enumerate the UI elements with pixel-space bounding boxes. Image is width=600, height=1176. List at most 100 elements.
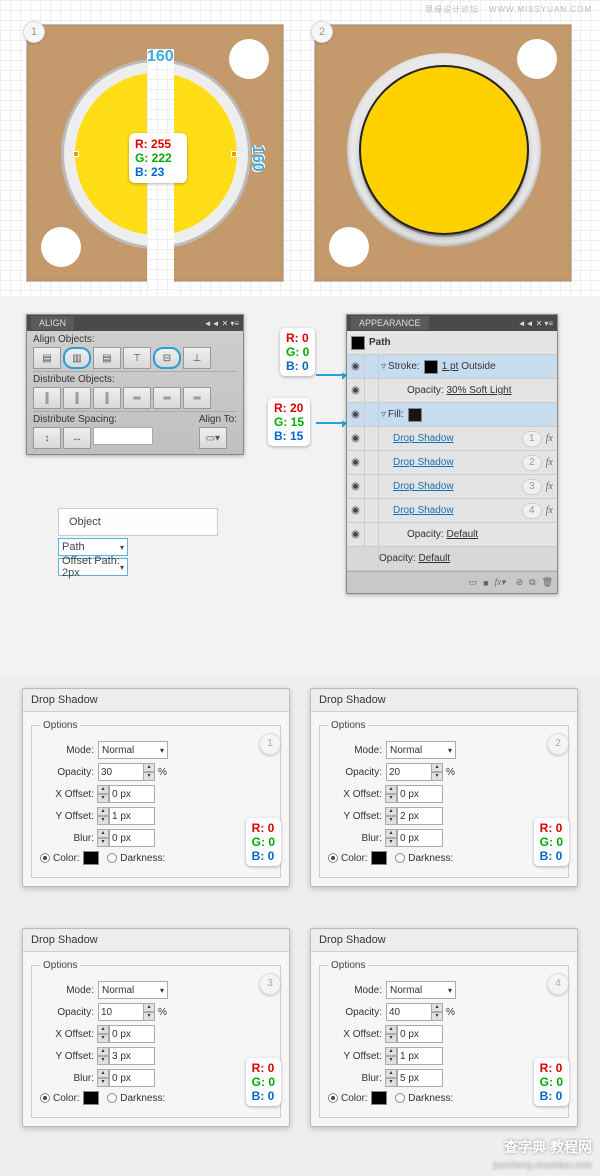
anchor-point[interactable]	[231, 151, 237, 157]
xoffset-input[interactable]: 0 px	[109, 785, 155, 803]
close-icon[interactable]: ✕	[222, 319, 229, 328]
spacing-icon[interactable]: ↕	[33, 427, 61, 449]
drop-shadow-dialog[interactable]: Drop Shadow 2 Options Mode:Normal Opacit…	[310, 688, 578, 887]
drop-shadow-dialog[interactable]: Drop Shadow 4 Options Mode:Normal Opacit…	[310, 928, 578, 1127]
align-top-icon[interactable]: ⊤	[123, 347, 151, 369]
yoffset-input[interactable]: 2 px	[397, 807, 443, 825]
duplicate-icon[interactable]: ⧉	[529, 577, 535, 588]
align-right-icon[interactable]: ▤	[93, 347, 121, 369]
dist-icon[interactable]: ║	[93, 387, 121, 409]
fx-icon[interactable]: fx	[546, 433, 553, 444]
darkness-radio[interactable]	[107, 1093, 117, 1103]
mode-select[interactable]: Normal	[386, 741, 456, 759]
mode-select[interactable]: Normal	[98, 981, 168, 999]
blur-input[interactable]: 5 px	[397, 1069, 443, 1087]
anchor-point[interactable]	[73, 151, 79, 157]
fx-icon[interactable]: fx	[546, 457, 553, 468]
new-fill-icon[interactable]: ■	[483, 578, 488, 588]
xoffset-input[interactable]: 0 px	[109, 1025, 155, 1043]
visibility-icon[interactable]: ◉	[347, 403, 365, 426]
xoffset-label: X Offset:	[328, 789, 382, 800]
color-radio[interactable]	[40, 853, 50, 863]
collapse-icon[interactable]: ◄◄	[204, 319, 220, 328]
yoffset-input[interactable]: 3 px	[109, 1047, 155, 1065]
darkness-radio[interactable]	[107, 853, 117, 863]
darkness-radio[interactable]	[395, 853, 405, 863]
menu-icon[interactable]: ▾≡	[544, 319, 553, 328]
panel-tab[interactable]: APPEARANCE	[351, 316, 429, 330]
close-icon[interactable]: ✕	[536, 319, 543, 328]
dist-icon[interactable]: ═	[123, 387, 151, 409]
clear-icon[interactable]: ⊘	[516, 577, 524, 588]
opacity-value[interactable]: 30% Soft Light	[446, 385, 511, 396]
menu-offset-path[interactable]: Offset Path: 2px	[58, 558, 128, 576]
color-radio[interactable]	[40, 1093, 50, 1103]
visibility-icon[interactable]: ◉	[347, 427, 365, 450]
menu-icon[interactable]: ▾≡	[230, 319, 239, 328]
stroke-swatch[interactable]	[424, 360, 438, 374]
dist-icon[interactable]: ═	[153, 387, 181, 409]
menu-path[interactable]: Path	[58, 538, 128, 556]
rgb-callout: R: 0G: 0B: 0	[280, 328, 315, 376]
color-swatch[interactable]	[83, 1091, 99, 1105]
color-swatch[interactable]	[371, 851, 387, 865]
collapse-icon[interactable]: ◄◄	[518, 319, 534, 328]
color-radio[interactable]	[328, 1093, 338, 1103]
color-swatch[interactable]	[371, 1091, 387, 1105]
fill-swatch[interactable]	[408, 408, 422, 422]
drop-shadow-link[interactable]: Drop Shadow	[393, 433, 454, 444]
stroke-weight[interactable]: 1 pt	[442, 361, 459, 372]
drop-shadow-dialog[interactable]: Drop Shadow 3 Options Mode:Normal Opacit…	[22, 928, 290, 1127]
opacity-input[interactable]: 10	[98, 1003, 144, 1021]
color-radio[interactable]	[328, 853, 338, 863]
drop-shadow-dialog[interactable]: Drop Shadow 1 Options Mode:Normal Opacit…	[22, 688, 290, 887]
drop-shadow-link[interactable]: Drop Shadow	[393, 481, 454, 492]
opacity-value[interactable]: Default	[418, 553, 450, 564]
menu-object[interactable]: Object	[58, 508, 218, 536]
xoffset-input[interactable]: 0 px	[397, 1025, 443, 1043]
drop-shadow-link[interactable]: Drop Shadow	[393, 505, 454, 516]
trash-icon[interactable]: 🗑	[542, 577, 553, 588]
blur-input[interactable]: 0 px	[109, 1069, 155, 1087]
align-panel[interactable]: ALIGN◄◄✕▾≡ Align Objects: ▤ ▥ ▤ ⊤ ⊟ ⊥ Di…	[26, 314, 244, 455]
visibility-icon[interactable]: ◉	[347, 523, 365, 546]
spacing-field[interactable]	[93, 427, 153, 445]
fx-menu-icon[interactable]: fx▾	[495, 577, 506, 588]
darkness-radio[interactable]	[395, 1093, 405, 1103]
mode-select[interactable]: Normal	[98, 741, 168, 759]
align-bottom-icon[interactable]: ⊥	[183, 347, 211, 369]
visibility-icon[interactable]: ◉	[347, 499, 365, 522]
align-vcenter-icon[interactable]: ⊟	[153, 347, 181, 369]
align-to-icon[interactable]: ▭▾	[199, 427, 227, 449]
options-legend: Options	[40, 960, 80, 971]
visibility-icon[interactable]: ◉	[347, 451, 365, 474]
spacing-icon[interactable]: ↔	[63, 427, 91, 449]
opacity-input[interactable]: 20	[386, 763, 432, 781]
visibility-icon[interactable]: ◉	[347, 379, 365, 402]
opacity-input[interactable]: 30	[98, 763, 144, 781]
xoffset-input[interactable]: 0 px	[397, 785, 443, 803]
opacity-value[interactable]: Default	[446, 529, 478, 540]
yoffset-input[interactable]: 1 px	[397, 1047, 443, 1065]
blur-input[interactable]: 0 px	[397, 829, 443, 847]
dist-icon[interactable]: ║	[33, 387, 61, 409]
drop-shadow-link[interactable]: Drop Shadow	[393, 457, 454, 468]
color-swatch[interactable]	[83, 851, 99, 865]
step-badge: 2	[311, 21, 333, 43]
new-stroke-icon[interactable]: ▭	[469, 577, 478, 588]
visibility-icon[interactable]: ◉	[347, 355, 365, 378]
mode-select[interactable]: Normal	[386, 981, 456, 999]
dist-icon[interactable]: ═	[183, 387, 211, 409]
visibility-icon[interactable]: ◉	[347, 475, 365, 498]
blur-input[interactable]: 0 px	[109, 829, 155, 847]
color-label: Color:	[341, 1093, 368, 1104]
appearance-panel[interactable]: APPEARANCE◄◄✕▾≡ Path ◉▿Stroke:1 pt Outsi…	[346, 314, 558, 594]
align-left-icon[interactable]: ▤	[33, 347, 61, 369]
fx-icon[interactable]: fx	[546, 481, 553, 492]
opacity-input[interactable]: 40	[386, 1003, 432, 1021]
dist-icon[interactable]: ║	[63, 387, 91, 409]
panel-tab[interactable]: ALIGN	[31, 316, 74, 330]
yoffset-input[interactable]: 1 px	[109, 807, 155, 825]
align-hcenter-icon[interactable]: ▥	[63, 347, 91, 369]
fx-icon[interactable]: fx	[546, 505, 553, 516]
